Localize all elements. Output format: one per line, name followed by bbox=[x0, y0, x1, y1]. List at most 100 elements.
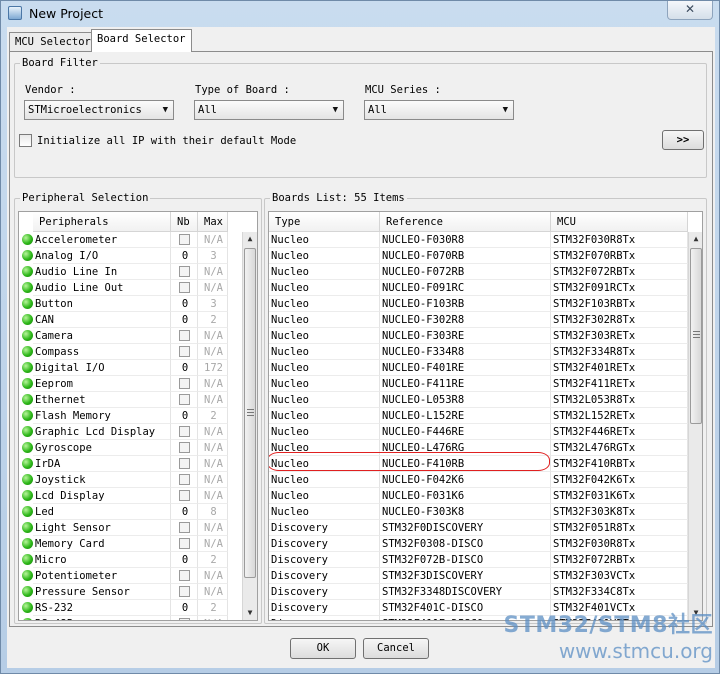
board-row[interactable]: Nucleo NUCLEO-F446RE STM32F446RETx bbox=[269, 424, 688, 440]
expand-filter-button[interactable]: >> bbox=[662, 130, 704, 150]
peripheral-nb[interactable]: 0 bbox=[171, 248, 198, 264]
peripheral-checkbox[interactable] bbox=[179, 522, 190, 533]
peripheral-row[interactable]: Accelerometer N/A bbox=[19, 232, 242, 248]
peripheral-nb[interactable]: 0 bbox=[171, 504, 198, 520]
peripheral-row[interactable]: Graphic Lcd Display N/A bbox=[19, 424, 242, 440]
board-row[interactable]: Nucleo NUCLEO-F072RB STM32F072RBTx bbox=[269, 264, 688, 280]
board-row[interactable]: Nucleo NUCLEO-F303RE STM32F303RETx bbox=[269, 328, 688, 344]
board-row[interactable]: Nucleo NUCLEO-F303K8 STM32F303K8Tx bbox=[269, 504, 688, 520]
peripheral-row[interactable]: Audio Line In N/A bbox=[19, 264, 242, 280]
board-row[interactable]: Discovery STM32F0DISCOVERY STM32F051R8Tx bbox=[269, 520, 688, 536]
peripheral-checkbox[interactable] bbox=[179, 378, 190, 389]
peripheral-row[interactable]: Ethernet N/A bbox=[19, 392, 242, 408]
peripheral-checkbox[interactable] bbox=[179, 282, 190, 293]
board-row[interactable]: Nucleo NUCLEO-F401RE STM32F401RETx bbox=[269, 360, 688, 376]
peripheral-scrollbar[interactable]: ▲ ▼ bbox=[242, 232, 257, 620]
mcu-series-dropdown[interactable]: All ▼ bbox=[364, 100, 514, 120]
boards-scrollbar[interactable]: ▲ ▼ bbox=[688, 232, 702, 620]
peripheral-row[interactable]: Gyroscope N/A bbox=[19, 440, 242, 456]
peripheral-checkbox[interactable] bbox=[179, 586, 190, 597]
peripheral-checkbox[interactable] bbox=[179, 538, 190, 549]
peripheral-row[interactable]: Pressure Sensor N/A bbox=[19, 584, 242, 600]
peripheral-row[interactable]: RS-232 0 2 bbox=[19, 600, 242, 616]
col-peripherals[interactable]: Peripherals bbox=[33, 212, 171, 232]
peripheral-row[interactable]: Led 0 8 bbox=[19, 504, 242, 520]
peripheral-nb[interactable]: 0 bbox=[171, 552, 198, 568]
peripheral-nb[interactable]: 0 bbox=[171, 360, 198, 376]
scroll-thumb[interactable] bbox=[690, 248, 702, 424]
board-row[interactable]: Nucleo NUCLEO-L053R8 STM32L053R8Tx bbox=[269, 392, 688, 408]
peripheral-row[interactable]: Joystick N/A bbox=[19, 472, 242, 488]
board-type: Discovery bbox=[269, 600, 380, 616]
peripheral-nb[interactable]: 0 bbox=[171, 312, 198, 328]
board-row[interactable]: Discovery STM32F3348DISCOVERY STM32F334C8T… bbox=[269, 584, 688, 600]
peripheral-row[interactable]: Memory Card N/A bbox=[19, 536, 242, 552]
col-mcu[interactable]: MCU bbox=[551, 212, 688, 232]
peripheral-checkbox[interactable] bbox=[179, 474, 190, 485]
col-type[interactable]: Type bbox=[269, 212, 380, 232]
col-nb[interactable]: Nb bbox=[171, 212, 198, 232]
board-row[interactable]: Discovery STM32F072B-DISCO STM32F072RBTx bbox=[269, 552, 688, 568]
scroll-up-icon[interactable]: ▲ bbox=[243, 232, 257, 246]
peripheral-checkbox[interactable] bbox=[179, 234, 190, 245]
board-row[interactable]: Nucleo NUCLEO-F091RC STM32F091RCTx bbox=[269, 280, 688, 296]
board-row[interactable]: Discovery STM32F3DISCOVERY STM32F303VCTx bbox=[269, 568, 688, 584]
peripheral-checkbox[interactable] bbox=[179, 394, 190, 405]
board-row[interactable]: Nucleo NUCLEO-F302R8 STM32F302R8Tx bbox=[269, 312, 688, 328]
board-row[interactable]: Nucleo NUCLEO-F030R8 STM32F030R8Tx bbox=[269, 232, 688, 248]
peripheral-checkbox[interactable] bbox=[179, 442, 190, 453]
type-of-board-dropdown[interactable]: All ▼ bbox=[194, 100, 344, 120]
board-row[interactable]: Nucleo NUCLEO-F031K6 STM32F031K6Tx bbox=[269, 488, 688, 504]
board-row[interactable]: Discovery STM32F0308-DISCO STM32F030R8Tx bbox=[269, 536, 688, 552]
scroll-down-icon[interactable]: ▼ bbox=[243, 606, 257, 620]
board-row[interactable]: Nucleo NUCLEO-F042K6 STM32F042K6Tx bbox=[269, 472, 688, 488]
close-button[interactable]: ✕ bbox=[667, 1, 713, 20]
tab-board-selector[interactable]: Board Selector bbox=[91, 29, 192, 52]
vendor-dropdown[interactable]: STMicroelectronics ▼ bbox=[24, 100, 174, 120]
board-row[interactable]: Nucleo NUCLEO-F334R8 STM32F334R8Tx bbox=[269, 344, 688, 360]
peripheral-row[interactable]: RS-485 N/A bbox=[19, 616, 242, 620]
board-row[interactable]: Nucleo NUCLEO-F103RB STM32F103RBTx bbox=[269, 296, 688, 312]
peripheral-nb[interactable]: 0 bbox=[171, 296, 198, 312]
peripheral-checkbox[interactable] bbox=[179, 618, 190, 620]
col-max[interactable]: Max bbox=[198, 212, 228, 232]
peripheral-row[interactable]: Compass N/A bbox=[19, 344, 242, 360]
peripheral-row[interactable]: CAN 0 2 bbox=[19, 312, 242, 328]
peripheral-row[interactable]: Potentiometer N/A bbox=[19, 568, 242, 584]
peripheral-table: Peripherals Nb Max Accelerometer N/A Analo… bbox=[18, 211, 258, 621]
peripheral-nb[interactable]: 0 bbox=[171, 408, 198, 424]
board-type: Discovery bbox=[269, 552, 380, 568]
board-row[interactable]: Nucleo NUCLEO-F411RE STM32F411RETx bbox=[269, 376, 688, 392]
peripheral-row[interactable]: Micro 0 2 bbox=[19, 552, 242, 568]
tab-mcu-selector[interactable]: MCU Selector bbox=[9, 32, 97, 52]
peripheral-row[interactable]: Lcd Display N/A bbox=[19, 488, 242, 504]
ok-button[interactable]: OK bbox=[290, 638, 356, 659]
peripheral-row[interactable]: IrDA N/A bbox=[19, 456, 242, 472]
board-row[interactable]: Nucleo NUCLEO-L152RE STM32L152RETx bbox=[269, 408, 688, 424]
peripheral-row[interactable]: Digital I/O 0 172 bbox=[19, 360, 242, 376]
title-bar[interactable]: New Project ✕ bbox=[1, 1, 719, 27]
col-reference[interactable]: Reference bbox=[380, 212, 551, 232]
peripheral-row[interactable]: Audio Line Out N/A bbox=[19, 280, 242, 296]
peripheral-row[interactable]: Camera N/A bbox=[19, 328, 242, 344]
peripheral-nb[interactable]: 0 bbox=[171, 600, 198, 616]
peripheral-row[interactable]: Light Sensor N/A bbox=[19, 520, 242, 536]
peripheral-row[interactable]: Button 0 3 bbox=[19, 296, 242, 312]
peripheral-checkbox[interactable] bbox=[179, 346, 190, 357]
scroll-up-icon[interactable]: ▲ bbox=[689, 232, 702, 246]
peripheral-checkbox[interactable] bbox=[179, 458, 190, 469]
peripheral-row[interactable]: Eeprom N/A bbox=[19, 376, 242, 392]
peripheral-name: Button bbox=[33, 296, 171, 312]
scroll-thumb[interactable] bbox=[244, 248, 256, 578]
board-row[interactable]: Nucleo NUCLEO-F070RB STM32F070RBTx bbox=[269, 248, 688, 264]
peripheral-checkbox[interactable] bbox=[179, 266, 190, 277]
peripheral-checkbox[interactable] bbox=[179, 426, 190, 437]
peripheral-checkbox[interactable] bbox=[179, 490, 190, 501]
peripheral-row[interactable]: Analog I/O 0 3 bbox=[19, 248, 242, 264]
cancel-button[interactable]: Cancel bbox=[363, 638, 429, 659]
type-of-board-label: Type of Board : bbox=[195, 84, 290, 96]
init-ip-checkbox[interactable] bbox=[19, 134, 32, 147]
peripheral-checkbox[interactable] bbox=[179, 330, 190, 341]
peripheral-row[interactable]: Flash Memory 0 2 bbox=[19, 408, 242, 424]
peripheral-checkbox[interactable] bbox=[179, 570, 190, 581]
